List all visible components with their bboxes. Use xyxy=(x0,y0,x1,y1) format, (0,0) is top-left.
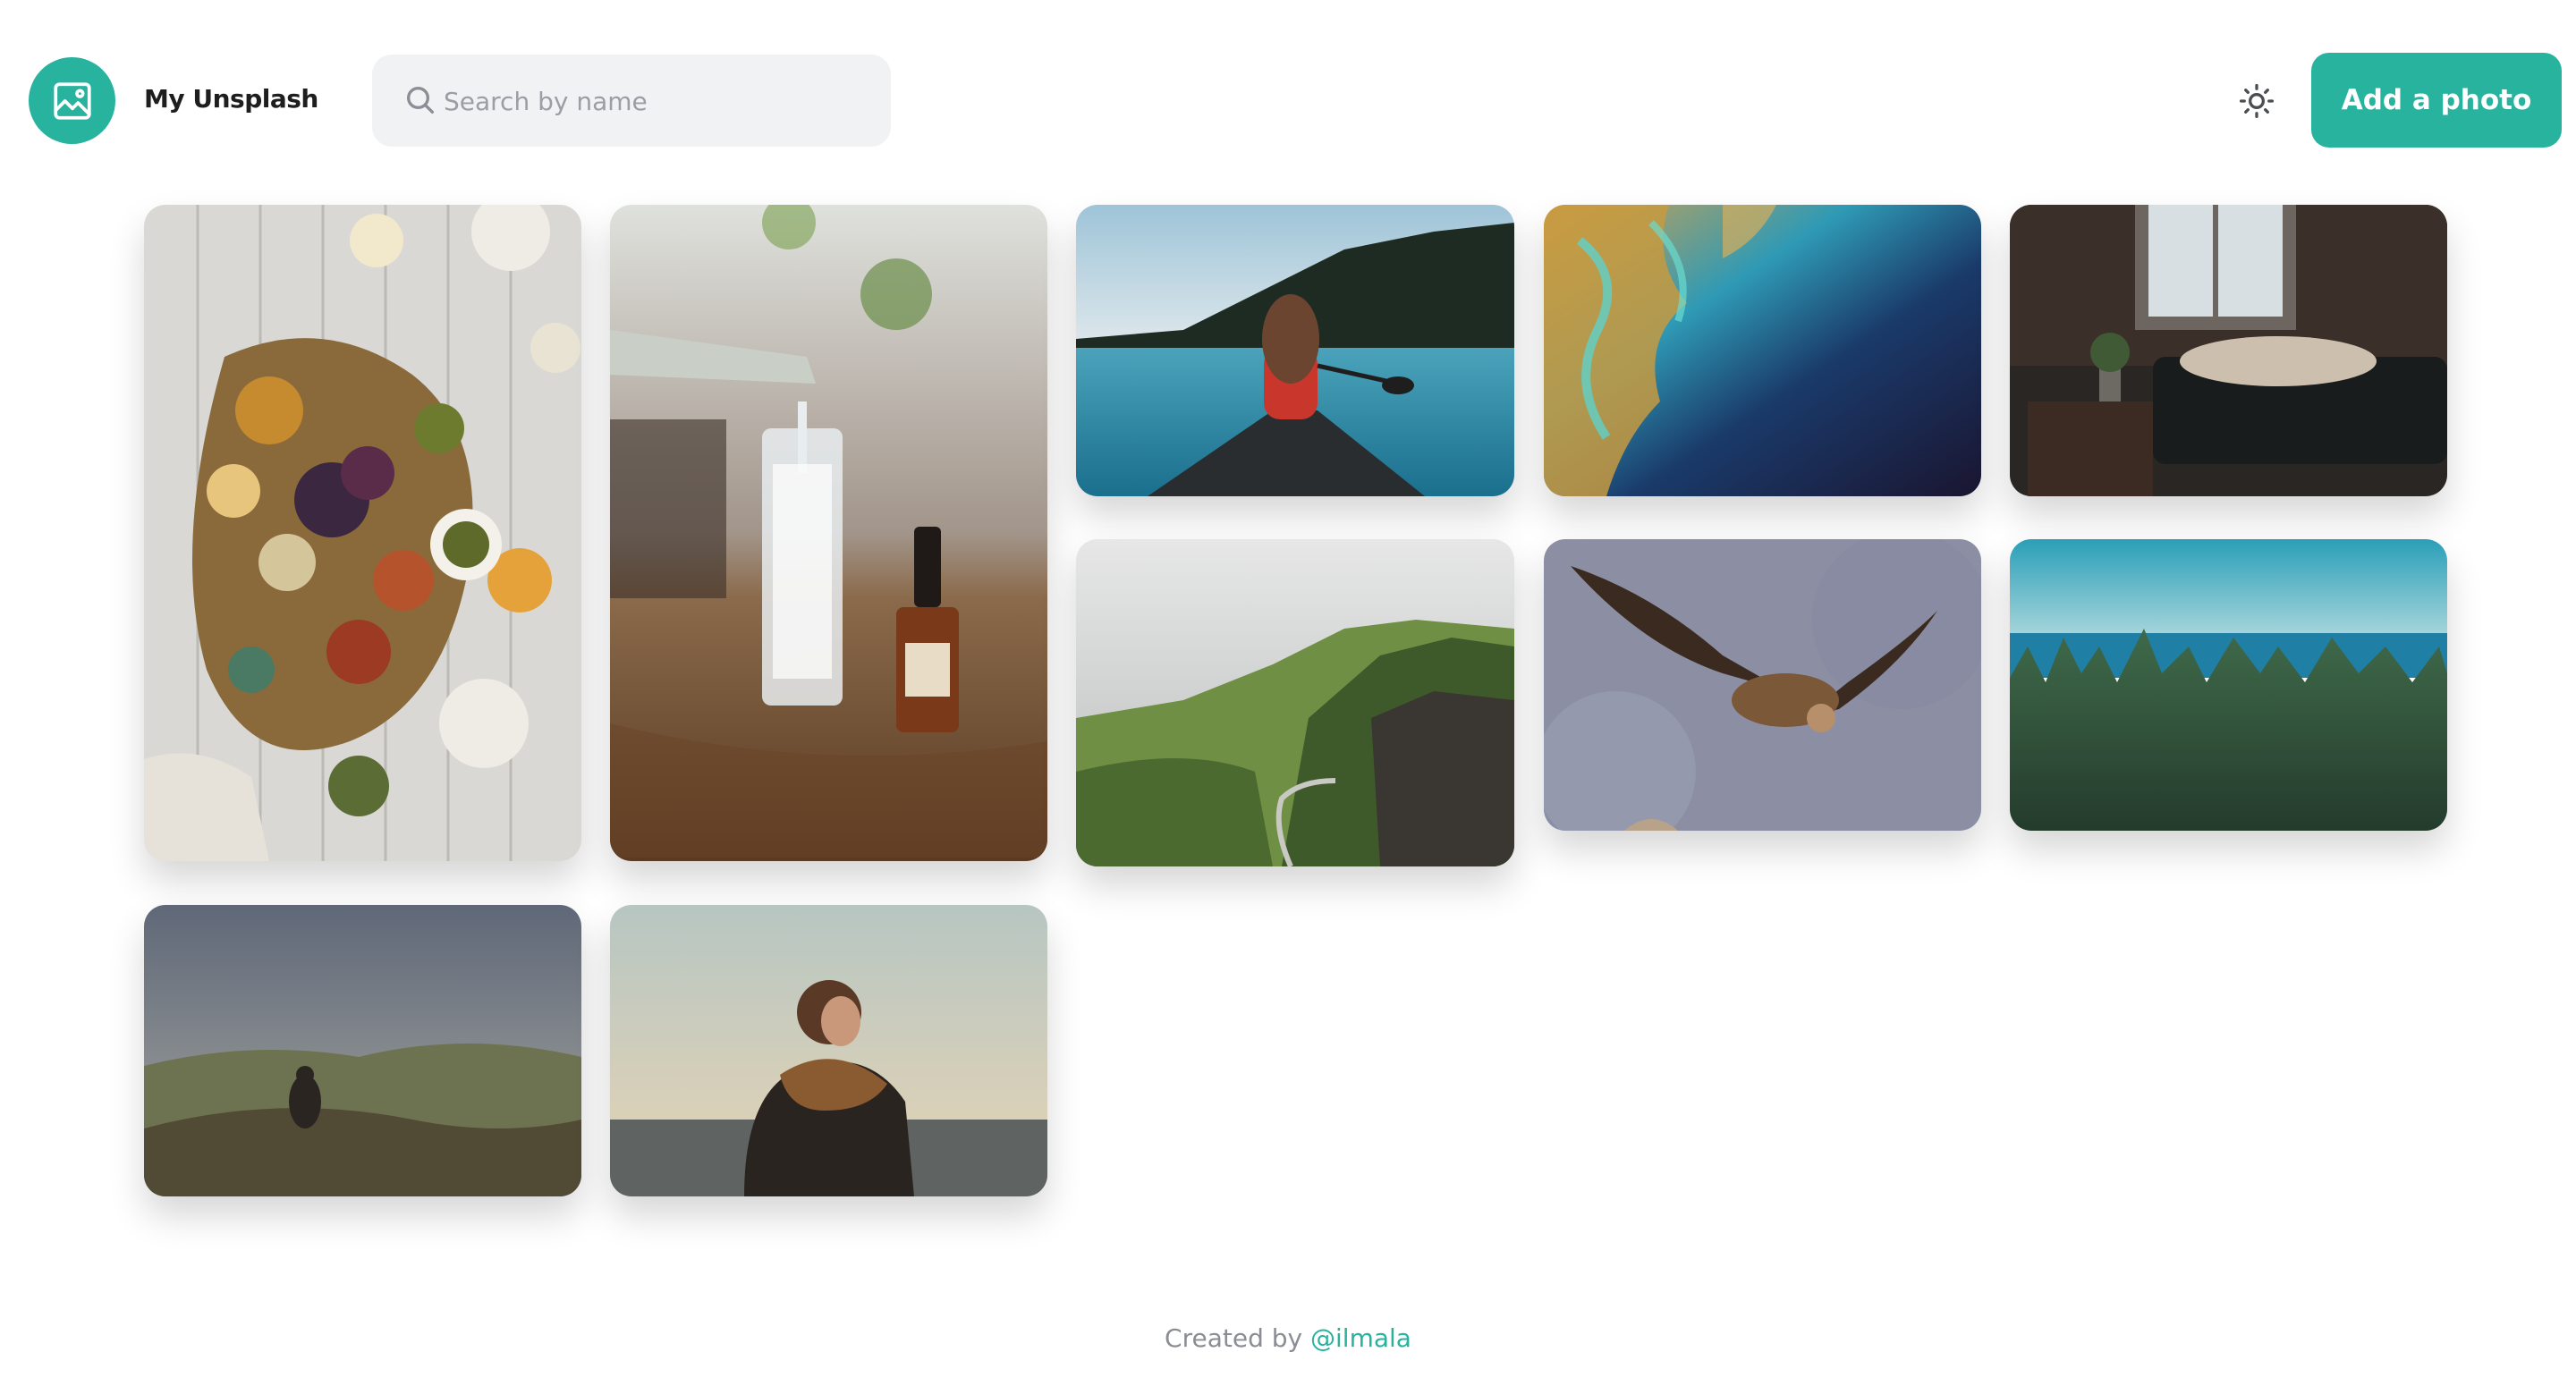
photo-image xyxy=(144,905,581,1196)
header: My Unsplash Add a photo xyxy=(0,0,2576,201)
photo-card[interactable] xyxy=(1544,539,1981,831)
photo-image xyxy=(1544,205,1981,496)
photo-card[interactable] xyxy=(1544,205,1981,496)
photo-card[interactable] xyxy=(1076,205,1514,496)
page: My Unsplash Add a photo xyxy=(0,0,2576,1386)
photo-image xyxy=(1544,539,1981,831)
photo-image xyxy=(610,905,1047,1196)
footer: Created by @ilmala xyxy=(0,1323,2576,1353)
photo-card[interactable] xyxy=(2010,539,2447,831)
photo-card[interactable] xyxy=(144,905,581,1196)
search-icon xyxy=(407,87,434,114)
photo-card[interactable] xyxy=(610,205,1047,861)
footer-prefix: Created by xyxy=(1165,1323,1303,1353)
photo-card[interactable] xyxy=(1076,539,1514,866)
photo-image xyxy=(1076,539,1514,866)
author-link[interactable]: @ilmala xyxy=(1310,1323,1411,1353)
photo-card[interactable] xyxy=(2010,205,2447,496)
brand-name: My Unsplash xyxy=(144,84,318,114)
search-input[interactable] xyxy=(442,55,875,148)
photo-image xyxy=(144,205,581,861)
photo-card[interactable] xyxy=(144,205,581,861)
sun-icon xyxy=(2239,83,2275,119)
theme-toggle[interactable] xyxy=(2236,80,2277,122)
image-icon xyxy=(53,81,91,120)
logo[interactable] xyxy=(29,57,115,144)
add-photo-button[interactable]: Add a photo xyxy=(2311,53,2562,148)
photo-image xyxy=(2010,539,2447,831)
photo-image xyxy=(1076,205,1514,496)
search-box[interactable] xyxy=(372,55,891,148)
photo-image xyxy=(2010,205,2447,496)
photo-image xyxy=(610,205,1047,861)
photo-card[interactable] xyxy=(610,905,1047,1196)
